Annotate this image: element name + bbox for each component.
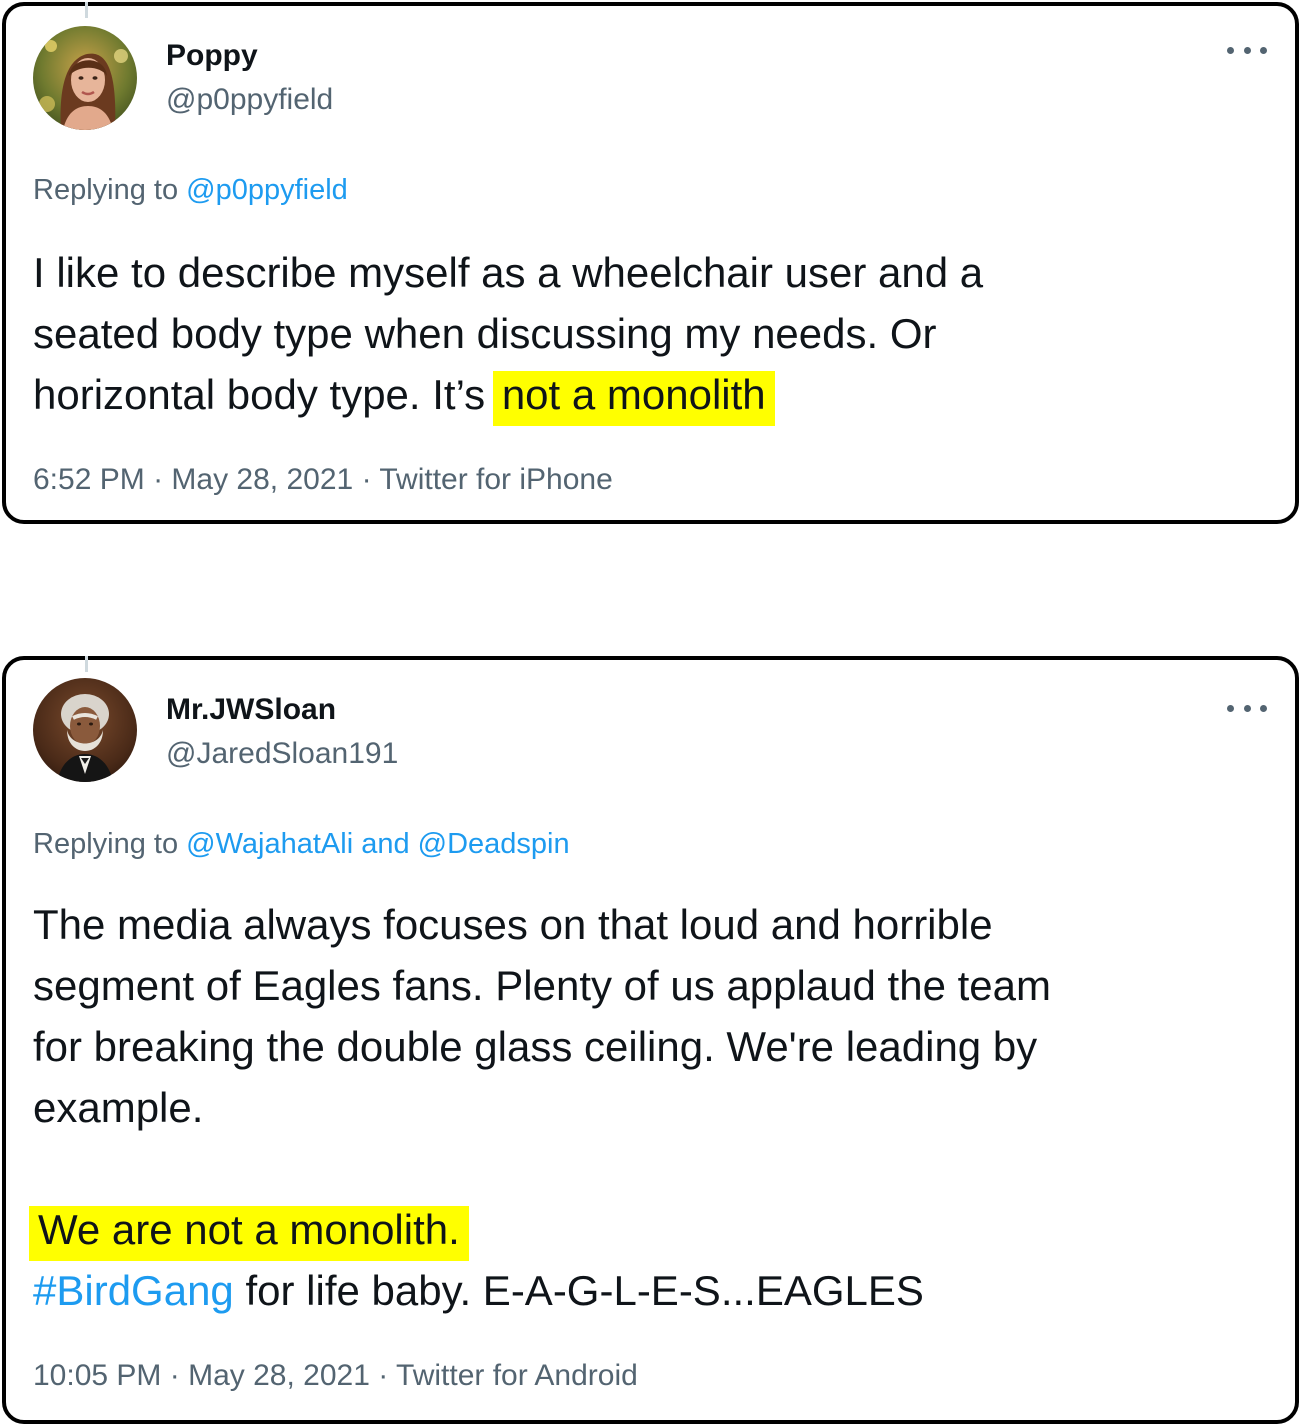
- display-name[interactable]: Poppy: [166, 38, 258, 74]
- replying-to-prefix: Replying to: [33, 828, 179, 860]
- mention-link[interactable]: @WajahatAli: [186, 828, 353, 860]
- meta-separator: ·: [361, 463, 372, 496]
- tweet-text-line: segment of Eagles fans. Plenty of us app…: [33, 962, 1051, 1009]
- display-name[interactable]: Mr.JWSloan: [166, 692, 336, 728]
- replying-to-prefix: Replying to: [33, 174, 179, 206]
- tweet-text: The media always focuses on that loud an…: [29, 894, 1263, 1321]
- more-horizontal-icon[interactable]: [1227, 38, 1267, 62]
- tweet-text-line: for breaking the double glass ceiling. W…: [33, 1023, 1038, 1070]
- more-dot: [1260, 46, 1267, 54]
- tweet-time[interactable]: 6:52 PM: [33, 463, 145, 496]
- more-dot: [1260, 704, 1267, 712]
- hashtag-link[interactable]: #BirdGang: [33, 1267, 234, 1314]
- avatar[interactable]: [33, 678, 137, 782]
- tweet-time[interactable]: 10:05 PM: [33, 1359, 161, 1392]
- tweet-text-line: We are not a monolith.: [29, 1199, 1263, 1261]
- more-dot: [1243, 46, 1251, 54]
- tweet-date[interactable]: May 28, 2021: [171, 463, 353, 496]
- replying-to: Replying to @WajahatAli and @Deadspin: [33, 826, 570, 862]
- avatar[interactable]: [33, 26, 137, 130]
- tweet-source[interactable]: Twitter for Android: [396, 1359, 638, 1392]
- replying-to: Replying to @p0ppyfield: [33, 172, 348, 208]
- tweet-text-line: The media always focuses on that loud an…: [33, 901, 993, 948]
- more-horizontal-icon[interactable]: [1227, 696, 1267, 720]
- more-dot: [1227, 704, 1234, 712]
- tweet-text-segment: for life baby. E-A-G-L-E-S...EAGLES: [245, 1267, 924, 1314]
- tweet-text-line: horizontal body type. It’s not a monolit…: [33, 364, 1263, 426]
- paragraph-break: [33, 1138, 1263, 1199]
- tweet-text-line: I like to describe myself as a wheelchai…: [33, 249, 984, 296]
- user-handle[interactable]: @p0ppyfield: [166, 82, 333, 118]
- tweet-meta: 10:05 PM · May 28, 2021 · Twitter for An…: [33, 1358, 638, 1394]
- replying-joiner: and: [361, 828, 410, 860]
- avatar-image: [33, 26, 137, 130]
- tweet-text: I like to describe myself as a wheelchai…: [33, 242, 1263, 426]
- mention-link[interactable]: @Deadspin: [418, 828, 570, 860]
- tweet-text-segment: horizontal body type. It’s: [33, 371, 486, 418]
- highlighted-phrase: We are not a monolith.: [29, 1206, 469, 1261]
- avatar-image: [33, 678, 137, 782]
- tweet-text-line: example.: [33, 1084, 204, 1131]
- user-handle[interactable]: @JaredSloan191: [166, 736, 398, 772]
- more-dot: [1243, 704, 1251, 712]
- tweet-meta: 6:52 PM · May 28, 2021 · Twitter for iPh…: [33, 462, 613, 498]
- tweet-card-poppy[interactable]: Poppy @p0ppyfield Replying to @p0ppyfiel…: [2, 2, 1299, 524]
- meta-separator: ·: [378, 1359, 389, 1392]
- tweet-text-line: seated body type when discussing my need…: [33, 310, 937, 357]
- meta-separator: ·: [169, 1359, 180, 1392]
- tweet-source[interactable]: Twitter for iPhone: [379, 463, 612, 496]
- tweet-text-line: #BirdGang for life baby. E-A-G-L-E-S...E…: [33, 1260, 1263, 1321]
- thread-connector-line: [85, 656, 88, 672]
- highlighted-phrase: not a monolith: [492, 371, 775, 426]
- tweet-card-jwsloan[interactable]: Mr.JWSloan @JaredSloan191 Replying to @W…: [2, 656, 1299, 1424]
- thread-connector-line: [85, 2, 88, 18]
- tweet-date[interactable]: May 28, 2021: [188, 1359, 370, 1392]
- meta-separator: ·: [153, 463, 164, 496]
- mention-link[interactable]: @p0ppyfield: [186, 174, 348, 206]
- more-dot: [1227, 46, 1234, 54]
